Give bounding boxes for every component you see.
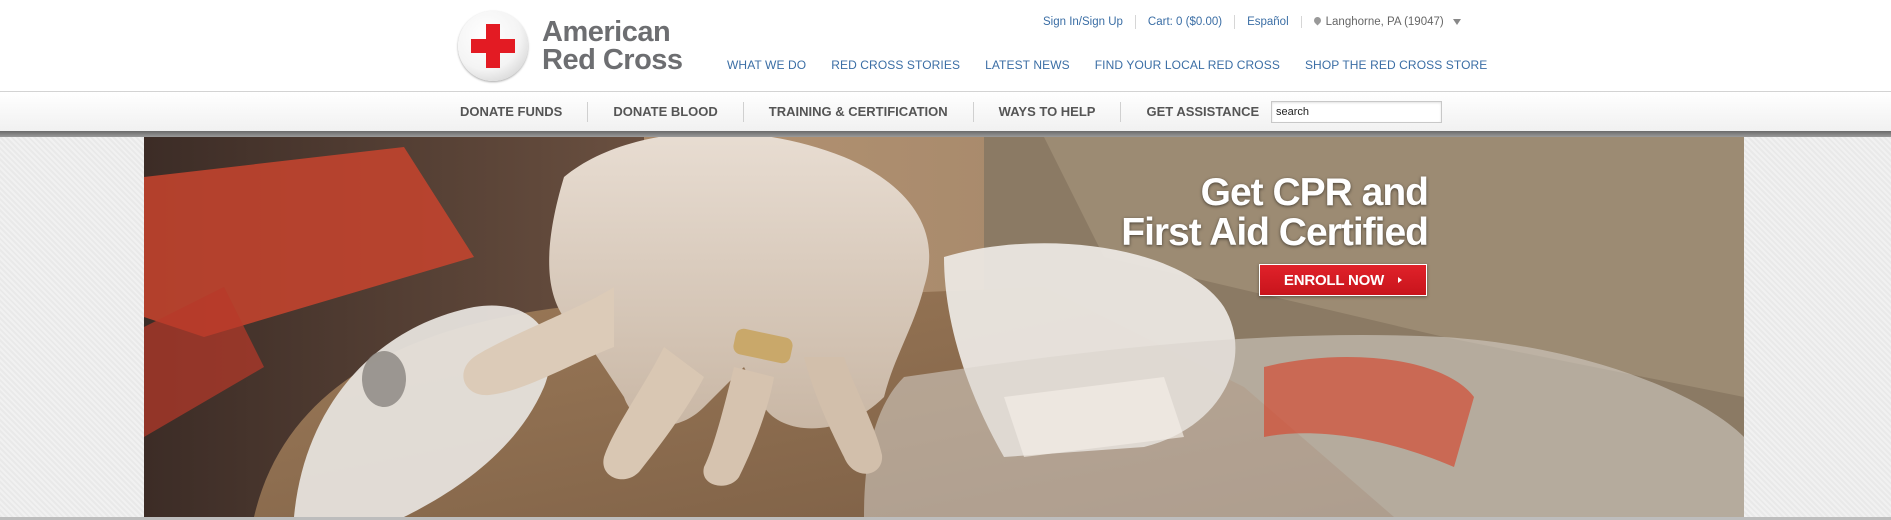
enroll-now-label: ENROLL NOW <box>1283 271 1385 289</box>
sign-in-link[interactable]: Sign In/Sign Up <box>1031 15 1135 29</box>
location-pin-icon <box>1314 17 1321 27</box>
enroll-now-button[interactable]: ENROLL NOW <box>1259 264 1427 296</box>
nav-get-assistance[interactable]: GET ASSISTANCE <box>1120 102 1275 122</box>
logo-wordmark: American Red Cross <box>542 16 683 76</box>
secondary-nav: WHAT WE DO RED CROSS STORIES LATEST NEWS… <box>727 58 1487 72</box>
hero-headline-line-2: First Aid Certified <box>1121 211 1429 254</box>
main-nav-bar: DONATE FUNDS DONATE BLOOD TRAINING & CER… <box>0 91 1891 131</box>
american-red-cross-logo[interactable]: American Red Cross <box>458 10 688 82</box>
main-nav: DONATE FUNDS DONATE BLOOD TRAINING & CER… <box>460 92 1275 132</box>
language-link[interactable]: Español <box>1234 15 1301 29</box>
utility-bar: Sign In/Sign Up Cart: 0 ($0.00) Español … <box>1031 15 1461 29</box>
arrow-right-icon <box>1398 277 1403 283</box>
topnav-red-cross-stories[interactable]: RED CROSS STORIES <box>831 58 960 72</box>
search-input[interactable] <box>1271 101 1442 123</box>
hero-headline-line-1: Get CPR and <box>1200 171 1429 214</box>
topnav-find-local-red-cross[interactable]: FIND YOUR LOCAL RED CROSS <box>1095 58 1280 72</box>
nav-ways-to-help[interactable]: WAYS TO HELP <box>972 102 1121 122</box>
topnav-shop-store[interactable]: SHOP THE RED CROSS STORE <box>1305 58 1487 72</box>
location-selector[interactable]: Langhorne, PA (19047) <box>1300 16 1461 28</box>
nav-training-certification[interactable]: TRAINING & CERTIFICATION <box>742 102 973 122</box>
hero-headline: Get CPR and First Aid Certified <box>1121 171 1429 254</box>
location-label: Langhorne, PA (19047) <box>1325 16 1444 28</box>
red-cross-logo-icon <box>458 11 528 81</box>
cpr-training-photo <box>144 137 1744 517</box>
topnav-latest-news[interactable]: LATEST NEWS <box>985 58 1070 72</box>
dropdown-caret-icon <box>1452 19 1461 25</box>
logo-line-2: Red Cross <box>542 44 683 76</box>
logo-line-1: American <box>542 16 671 48</box>
nav-donate-blood[interactable]: DONATE BLOOD <box>587 102 742 122</box>
topnav-what-we-do[interactable]: WHAT WE DO <box>727 58 806 72</box>
site-header: American Red Cross Sign In/Sign Up Cart:… <box>0 0 1891 91</box>
cart-link[interactable]: Cart: 0 ($0.00) <box>1134 15 1234 29</box>
nav-donate-funds[interactable]: DONATE FUNDS <box>460 102 587 122</box>
hero-banner: Get CPR and First Aid Certified ENROLL N… <box>144 137 1744 517</box>
